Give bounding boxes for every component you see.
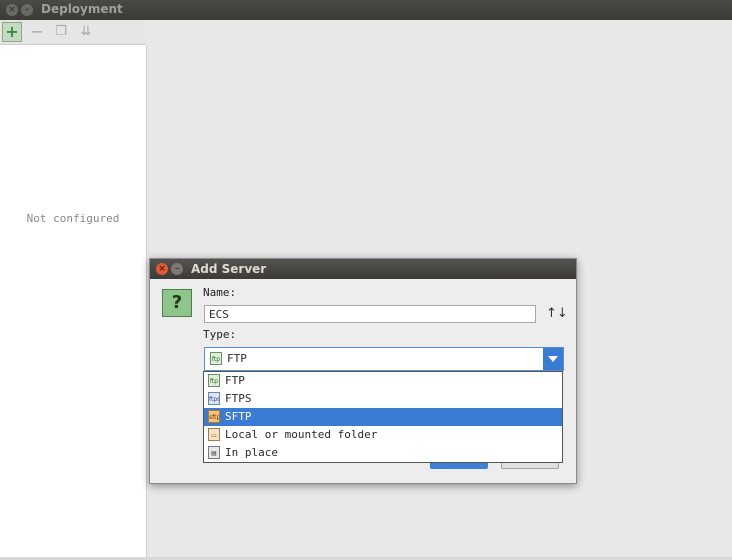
minus-icon[interactable]: −	[27, 22, 47, 42]
minimize-icon[interactable]: –	[21, 4, 33, 16]
toolbar: + − ❐ ⇊	[0, 20, 146, 45]
close-icon[interactable]: ×	[156, 263, 168, 275]
ftp-icon: ftp	[208, 374, 220, 387]
minimize-icon[interactable]: –	[171, 263, 183, 275]
sftp-icon: sftp	[208, 410, 220, 423]
type-dropdown-list: ftp FTP ftps FTPS sftp SFTP ▭ Local or m…	[203, 371, 563, 463]
dialog-title: Add Server	[191, 262, 267, 276]
plus-icon[interactable]: +	[2, 22, 22, 42]
name-label: Name:	[203, 286, 237, 299]
ftps-icon: ftps	[208, 392, 220, 405]
type-select[interactable]: ftp FTP	[204, 347, 564, 371]
question-icon: ?	[162, 289, 192, 317]
window-titlebar: × – Deployment	[0, 0, 732, 20]
list-item[interactable]: ftp FTP	[204, 372, 562, 390]
list-item[interactable]: ▭ Local or mounted folder	[204, 426, 562, 444]
list-item[interactable]: sftp SFTP	[204, 408, 562, 426]
name-input[interactable]: ECS	[204, 305, 536, 323]
window-title: Deployment	[41, 2, 123, 16]
in-place-icon: ▤	[208, 446, 220, 459]
folder-icon: ▭	[208, 428, 220, 441]
chevron-down-icon[interactable]	[543, 348, 563, 370]
type-label: Type:	[203, 328, 237, 341]
type-select-value: FTP	[227, 352, 247, 365]
import-icon[interactable]: ⇊	[76, 22, 96, 42]
dialog-titlebar: × – Add Server	[150, 259, 576, 279]
server-list[interactable]: Not configured	[0, 45, 147, 557]
close-icon[interactable]: ×	[6, 4, 18, 16]
ftp-icon: ftp	[210, 352, 222, 365]
list-item[interactable]: ▤ In place	[204, 444, 562, 462]
list-item[interactable]: ftps FTPS	[204, 390, 562, 408]
copy-icon[interactable]: ❐	[51, 22, 71, 42]
sort-icon[interactable]: ↑↓	[546, 305, 568, 323]
empty-state-text: Not configured	[26, 212, 120, 225]
